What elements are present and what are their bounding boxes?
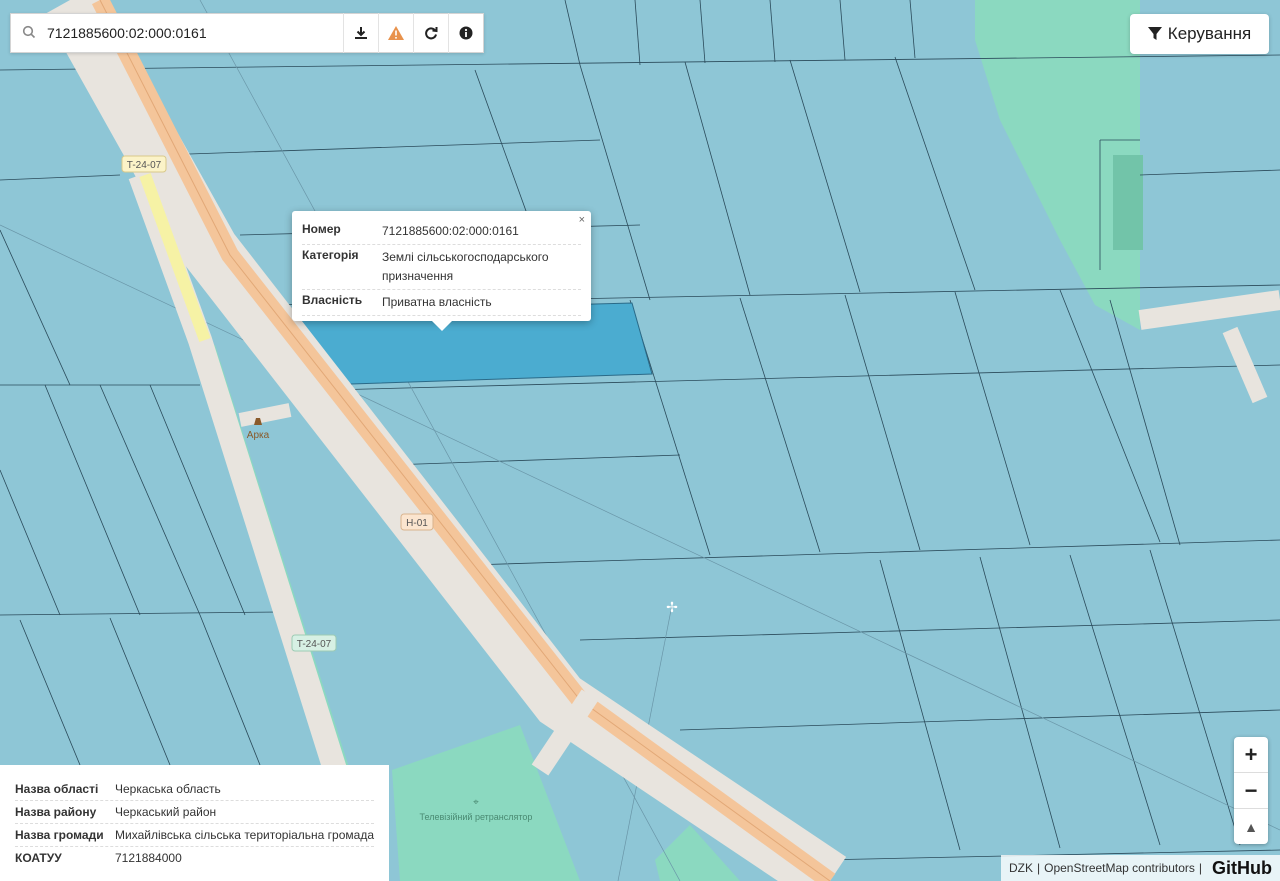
popup-key: Номер <box>302 222 341 236</box>
map-canvas[interactable]: T-24-07 H-01 T-24-07 Арка ⌖ Телевізійний… <box>0 0 1280 881</box>
info-key: Назва району <box>15 805 97 819</box>
info-value: Михайлівська сільська територіальна гром… <box>115 828 374 842</box>
control-button-label: Керування <box>1167 24 1252 43</box>
info-key: Назва громади <box>15 828 104 842</box>
info-button[interactable] <box>448 13 483 53</box>
osm-link[interactable]: OpenStreetMap contributors <box>1044 861 1195 875</box>
control-button[interactable]: Керування <box>1130 14 1269 54</box>
attribution-separator: | <box>1198 861 1202 875</box>
info-row: Назва громади Михайлівська сільська тери… <box>15 824 374 847</box>
popup-value: Землі сільськогосподарського призначення <box>382 250 549 283</box>
popup-tip <box>432 321 452 331</box>
info-icon <box>459 26 473 40</box>
popup-row: Номер 7121885600:02:000:0161 <box>302 219 581 245</box>
popup-key: Категорія <box>302 248 359 262</box>
road-label-h01: H-01 <box>400 513 434 531</box>
refresh-button[interactable] <box>413 13 448 53</box>
search-icon <box>11 25 47 42</box>
region-info-panel: Назва області Черкаська область Назва ра… <box>0 765 389 881</box>
svg-text:T-24-07: T-24-07 <box>127 160 162 171</box>
svg-text:✢: ✢ <box>666 600 678 616</box>
filter-icon <box>1147 27 1162 40</box>
github-link[interactable]: GitHub <box>1212 858 1272 879</box>
info-value: 7121884000 <box>115 851 182 865</box>
road-label-t2407-a: T-24-07 <box>121 155 167 173</box>
info-value: Черкаська область <box>115 782 221 796</box>
popup-row: Категорія Землі сільськогосподарського п… <box>302 245 581 290</box>
popup-value: Приватна власність <box>382 295 492 309</box>
road-label-t2407-b: T-24-07 <box>291 634 337 652</box>
popup-key: Власність <box>302 293 363 307</box>
info-row: Назва району Черкаський район <box>15 801 374 824</box>
wind-turbine-icon: ✢ <box>666 600 678 616</box>
parcel-popup: × Номер 7121885600:02:000:0161 Категорія… <box>292 211 591 331</box>
info-row: КОАТУУ 7121884000 <box>15 847 374 869</box>
svg-text:Арка: Арка <box>247 430 270 441</box>
info-row: Назва області Черкаська область <box>15 778 374 801</box>
svg-text:T-24-07: T-24-07 <box>297 639 332 650</box>
north-arrow-button[interactable]: ▲ <box>1234 809 1268 844</box>
info-value: Черкаський район <box>115 805 217 819</box>
download-button[interactable] <box>343 13 378 53</box>
popup-value: 7121885600:02:000:0161 <box>382 224 519 238</box>
refresh-icon <box>425 27 438 40</box>
warning-icon <box>388 26 404 40</box>
info-key: Назва області <box>15 782 99 796</box>
zoom-in-button[interactable]: + <box>1234 737 1268 773</box>
download-icon <box>355 27 367 39</box>
attribution-separator: | <box>1037 861 1041 875</box>
green-area-inner <box>1113 155 1143 250</box>
search-bar <box>10 13 484 53</box>
info-key: КОАТУУ <box>15 851 62 865</box>
attribution: DZK | OpenStreetMap contributors | GitHu… <box>1001 855 1280 881</box>
warning-button[interactable] <box>378 13 413 53</box>
svg-text:H-01: H-01 <box>406 518 428 529</box>
svg-text:Телевізійний ретранслятор: Телевізійний ретранслятор <box>420 812 533 822</box>
search-input[interactable] <box>47 15 343 51</box>
dzk-link[interactable]: DZK <box>1009 861 1033 875</box>
zoom-out-button[interactable]: − <box>1234 773 1268 809</box>
svg-text:⌖: ⌖ <box>473 797 479 808</box>
popup-row: Власність Приватна власність <box>302 290 581 316</box>
popup-close-button[interactable]: × <box>579 214 585 226</box>
zoom-control: + − ▲ <box>1234 737 1268 844</box>
